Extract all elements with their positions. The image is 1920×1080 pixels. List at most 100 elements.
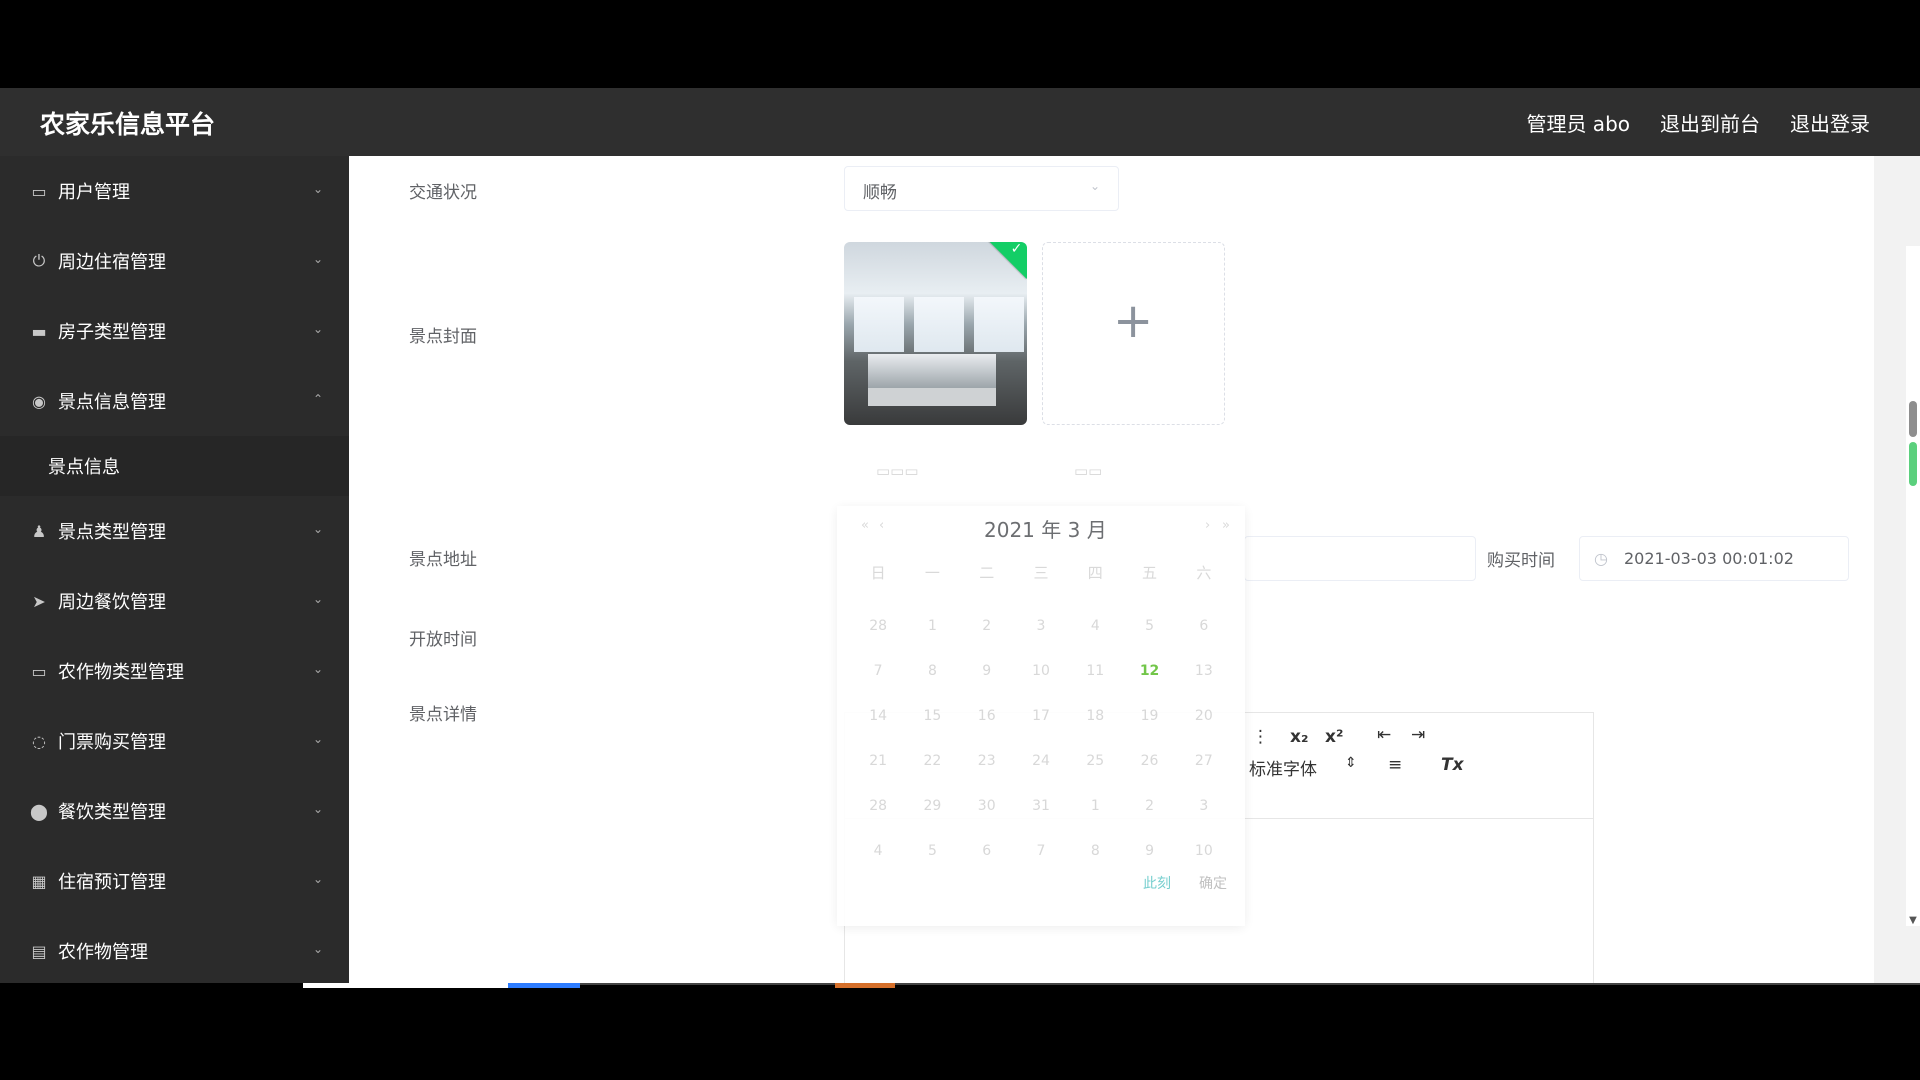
calendar-day[interactable]: 1 <box>905 610 959 642</box>
sidebar-label-crop-types: 农作物类型管理 <box>58 662 184 683</box>
sidebar-label-ticket: 门票购买管理 <box>58 732 166 753</box>
sidebar-item-users[interactable]: ▭ 用户管理 ⌄ <box>0 156 349 226</box>
calendar-day[interactable]: 3 <box>1014 610 1068 642</box>
prev-year-icon[interactable]: « <box>861 518 869 533</box>
traffic-select[interactable]: 顺畅 ⌄ <box>844 166 1119 211</box>
sidebar-subitem-scenic-info[interactable]: 景点信息 <box>0 436 349 496</box>
calendar-day[interactable]: 11 <box>1068 655 1122 687</box>
traffic-select-value: 顺畅 <box>863 183 897 203</box>
list-icon[interactable]: ⋮ <box>1252 727 1269 747</box>
indent-icon[interactable]: ⇥ <box>1411 725 1425 745</box>
calendar-day[interactable]: 6 <box>1177 610 1231 642</box>
sidebar-item-house-types[interactable]: ▬ 房子类型管理 ⌄ <box>0 296 349 366</box>
now-button[interactable]: 此刻 <box>1143 873 1171 893</box>
faded-hint-left: ▭▭▭ <box>876 462 919 480</box>
open-time-label: 开放时间 <box>409 630 477 650</box>
calendar-day[interactable]: 19 <box>1122 700 1176 732</box>
calendar-day[interactable]: 1 <box>1068 790 1122 822</box>
calendar-day[interactable]: 28 <box>851 610 905 642</box>
calendar-day[interactable]: 5 <box>905 835 959 867</box>
next-month-icon[interactable]: › <box>1205 518 1210 533</box>
calendar-day[interactable]: 21 <box>851 745 905 777</box>
calendar-day[interactable]: 4 <box>851 835 905 867</box>
calendar-day[interactable]: 6 <box>960 835 1014 867</box>
calendar-day[interactable]: 20 <box>1177 700 1231 732</box>
font-select[interactable]: 标准字体 <box>1249 755 1317 780</box>
calendar-day[interactable]: 24 <box>1014 745 1068 777</box>
confirm-button[interactable]: 确定 <box>1199 873 1227 893</box>
calendar-day[interactable]: 23 <box>960 745 1014 777</box>
sidebar-item-scenic-info[interactable]: ◉ 景点信息管理 ⌃ <box>0 366 349 436</box>
updown-icon[interactable]: ⇕ <box>1345 755 1357 771</box>
date-picker-popup[interactable]: « ‹ 2021 年 3 月 › » 日 一 二 三 四 五 六 28 1 2 … <box>837 506 1245 926</box>
calendar-day[interactable]: 25 <box>1068 745 1122 777</box>
sidebar-item-lodging[interactable]: ⏻ 周边住宿管理 ⌄ <box>0 226 349 296</box>
calendar-day[interactable]: 2 <box>960 610 1014 642</box>
calendar-day[interactable]: 15 <box>905 700 959 732</box>
calendar-day[interactable]: 30 <box>960 790 1014 822</box>
calendar-day[interactable]: 26 <box>1122 745 1176 777</box>
sidebar-item-dining-types[interactable]: ⬤ 餐饮类型管理 ⌄ <box>0 776 349 846</box>
subscript-button[interactable]: x₂ <box>1290 727 1308 747</box>
calendar-day[interactable]: 4 <box>1068 610 1122 642</box>
sidebar-item-dining[interactable]: ➤ 周边餐饮管理 ⌄ <box>0 566 349 636</box>
calendar-day[interactable]: 28 <box>851 790 905 822</box>
calendar-day[interactable]: 8 <box>1068 835 1122 867</box>
chevron-up-icon: ⌃ <box>312 392 323 406</box>
calendar-day[interactable]: 18 <box>1068 700 1122 732</box>
align-icon[interactable]: ≡ <box>1388 755 1402 775</box>
top-links: 管理员 abo 退出到前台 退出登录 <box>1526 108 1870 137</box>
calendar-day[interactable]: 10 <box>1014 655 1068 687</box>
calendar-day[interactable]: 5 <box>1122 610 1176 642</box>
next-year-icon[interactable]: » <box>1222 518 1230 533</box>
scroll-down-icon[interactable]: ▼ <box>1906 915 1920 926</box>
sidebar-item-scenic-types[interactable]: ♟ 景点类型管理 ⌄ <box>0 496 349 566</box>
scrollbar-thumb[interactable] <box>1909 401 1917 437</box>
front-link[interactable]: 退出到前台 <box>1660 108 1760 137</box>
calendar-day[interactable]: 27 <box>1177 745 1231 777</box>
clear-format-icon[interactable]: Tx <box>1441 755 1464 775</box>
logout-link[interactable]: 退出登录 <box>1790 108 1870 137</box>
chevron-down-icon: ⌄ <box>312 522 323 536</box>
calendar-day[interactable]: 14 <box>851 700 905 732</box>
calendar-day[interactable]: 16 <box>960 700 1014 732</box>
calendar-day-today[interactable]: 12 <box>1122 655 1176 687</box>
person-icon: ♟ <box>31 521 47 541</box>
sidebar-label-booking: 住宿预订管理 <box>58 872 166 893</box>
vertical-scrollbar[interactable]: ▼ <box>1906 246 1920 926</box>
bottom-progress-orange <box>835 983 895 988</box>
sidebar-item-ticket[interactable]: ◌ 门票购买管理 ⌄ <box>0 706 349 776</box>
calendar-day[interactable]: 8 <box>905 655 959 687</box>
prev-month-icon[interactable]: ‹ <box>879 518 884 533</box>
sidebar-item-crop-types[interactable]: ▭ 农作物类型管理 ⌄ <box>0 636 349 706</box>
sidebar-item-booking[interactable]: ▦ 住宿预订管理 ⌄ <box>0 846 349 916</box>
calendar-day[interactable]: 9 <box>960 655 1014 687</box>
calendar-day[interactable]: 22 <box>905 745 959 777</box>
weekday-label: 一 <box>924 564 940 582</box>
cover-image-thumbnail[interactable]: ✓ <box>844 242 1027 425</box>
upload-add-button[interactable]: + <box>1042 242 1225 425</box>
address-input[interactable] <box>1244 536 1476 581</box>
sidebar-label-scenic-types: 景点类型管理 <box>58 522 166 543</box>
calendar-day[interactable]: 13 <box>1177 655 1231 687</box>
house-icon: ▬ <box>31 321 47 341</box>
calendar-header: « ‹ 2021 年 3 月 › » <box>837 506 1245 548</box>
calendar-day[interactable]: 7 <box>1014 835 1068 867</box>
calendar-day[interactable]: 2 <box>1122 790 1176 822</box>
calendar-day[interactable]: 7 <box>851 655 905 687</box>
user-manage-icon: ▭ <box>31 181 47 201</box>
calendar-day[interactable]: 29 <box>905 790 959 822</box>
scrollbar-thumb-green[interactable] <box>1909 442 1917 486</box>
superscript-button[interactable]: x² <box>1325 727 1343 747</box>
buy-time-input[interactable]: ◷ 2021-03-03 00:01:02 <box>1579 536 1849 581</box>
outdent-icon[interactable]: ⇤ <box>1377 725 1391 745</box>
sidebar-item-crops[interactable]: ▤ 农作物管理 ⌄ <box>0 916 349 983</box>
calendar-day[interactable]: 10 <box>1177 835 1231 867</box>
calendar-day[interactable]: 9 <box>1122 835 1176 867</box>
calendar-day[interactable]: 31 <box>1014 790 1068 822</box>
chevron-down-icon: ⌄ <box>312 802 323 816</box>
calendar-day[interactable]: 17 <box>1014 700 1068 732</box>
admin-user-link[interactable]: 管理员 abo <box>1526 108 1630 137</box>
globe-icon: ◌ <box>32 731 46 751</box>
calendar-day[interactable]: 3 <box>1177 790 1231 822</box>
